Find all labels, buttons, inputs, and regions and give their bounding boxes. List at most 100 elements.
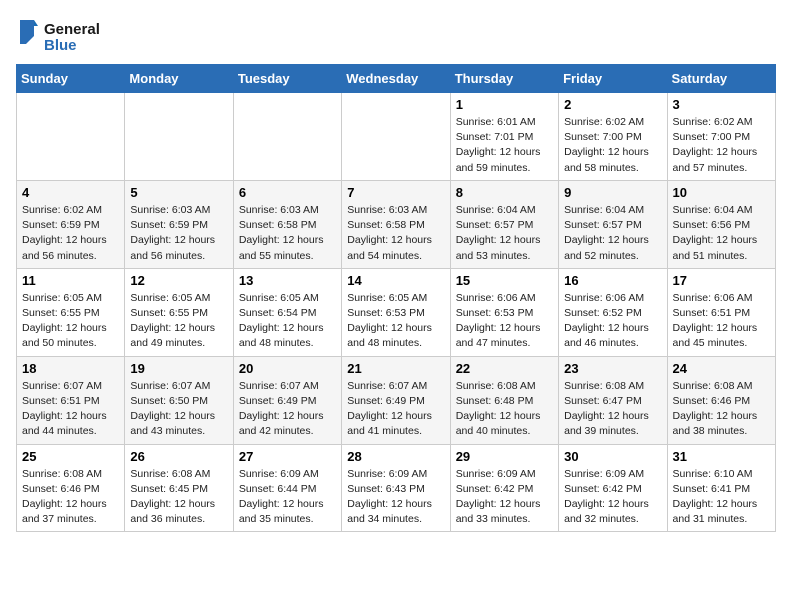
svg-text:Blue: Blue — [44, 37, 77, 54]
day-cell — [17, 93, 125, 181]
day-cell: 12 Sunrise: 6:05 AMSunset: 6:55 PMDayligh… — [125, 268, 233, 356]
day-number: 8 — [456, 185, 553, 200]
day-number: 31 — [673, 449, 770, 464]
day-info: Sunrise: 6:09 AMSunset: 6:43 PMDaylight:… — [347, 467, 444, 528]
day-number: 28 — [347, 449, 444, 464]
day-number: 14 — [347, 273, 444, 288]
day-number: 15 — [456, 273, 553, 288]
weekday-header-thursday: Thursday — [450, 65, 558, 93]
day-number: 18 — [22, 361, 119, 376]
day-info: Sunrise: 6:07 AMSunset: 6:49 PMDaylight:… — [347, 379, 444, 440]
day-info: Sunrise: 6:01 AMSunset: 7:01 PMDaylight:… — [456, 115, 553, 176]
week-row-3: 11 Sunrise: 6:05 AMSunset: 6:55 PMDayligh… — [17, 268, 776, 356]
day-info: Sunrise: 6:06 AMSunset: 6:51 PMDaylight:… — [673, 291, 770, 352]
day-cell — [233, 93, 341, 181]
day-cell: 29 Sunrise: 6:09 AMSunset: 6:42 PMDayligh… — [450, 444, 558, 532]
day-number: 22 — [456, 361, 553, 376]
day-number: 1 — [456, 97, 553, 112]
day-cell: 8 Sunrise: 6:04 AMSunset: 6:57 PMDaylight… — [450, 180, 558, 268]
day-number: 6 — [239, 185, 336, 200]
day-info: Sunrise: 6:05 AMSunset: 6:55 PMDaylight:… — [22, 291, 119, 352]
day-number: 25 — [22, 449, 119, 464]
day-info: Sunrise: 6:09 AMSunset: 6:44 PMDaylight:… — [239, 467, 336, 528]
day-cell: 25 Sunrise: 6:08 AMSunset: 6:46 PMDayligh… — [17, 444, 125, 532]
day-number: 16 — [564, 273, 661, 288]
day-cell: 16 Sunrise: 6:06 AMSunset: 6:52 PMDayligh… — [559, 268, 667, 356]
week-row-4: 18 Sunrise: 6:07 AMSunset: 6:51 PMDayligh… — [17, 356, 776, 444]
day-number: 12 — [130, 273, 227, 288]
weekday-header-saturday: Saturday — [667, 65, 775, 93]
day-cell: 11 Sunrise: 6:05 AMSunset: 6:55 PMDayligh… — [17, 268, 125, 356]
page-header: General Blue — [16, 16, 776, 56]
day-cell: 14Sunrise: 6:05 AMSunset: 6:53 PMDayligh… — [342, 268, 450, 356]
day-info: Sunrise: 6:02 AMSunset: 7:00 PMDaylight:… — [673, 115, 770, 176]
week-row-5: 25 Sunrise: 6:08 AMSunset: 6:46 PMDayligh… — [17, 444, 776, 532]
day-cell: 18 Sunrise: 6:07 AMSunset: 6:51 PMDayligh… — [17, 356, 125, 444]
day-info: Sunrise: 6:06 AMSunset: 6:52 PMDaylight:… — [564, 291, 661, 352]
day-number: 17 — [673, 273, 770, 288]
day-cell: 31 Sunrise: 6:10 AMSunset: 6:41 PMDayligh… — [667, 444, 775, 532]
day-number: 27 — [239, 449, 336, 464]
weekday-header-tuesday: Tuesday — [233, 65, 341, 93]
day-info: Sunrise: 6:05 AMSunset: 6:55 PMDaylight:… — [130, 291, 227, 352]
day-cell: 20 Sunrise: 6:07 AMSunset: 6:49 PMDayligh… — [233, 356, 341, 444]
day-info: Sunrise: 6:08 AMSunset: 6:46 PMDaylight:… — [673, 379, 770, 440]
day-info: Sunrise: 6:03 AMSunset: 6:59 PMDaylight:… — [130, 203, 227, 264]
day-info: Sunrise: 6:03 AMSunset: 6:58 PMDaylight:… — [347, 203, 444, 264]
day-info: Sunrise: 6:10 AMSunset: 6:41 PMDaylight:… — [673, 467, 770, 528]
day-number: 26 — [130, 449, 227, 464]
day-cell: 24 Sunrise: 6:08 AMSunset: 6:46 PMDayligh… — [667, 356, 775, 444]
day-number: 24 — [673, 361, 770, 376]
day-cell: 22 Sunrise: 6:08 AMSunset: 6:48 PMDayligh… — [450, 356, 558, 444]
day-info: Sunrise: 6:02 AMSunset: 6:59 PMDaylight:… — [22, 203, 119, 264]
day-number: 30 — [564, 449, 661, 464]
day-info: Sunrise: 6:04 AMSunset: 6:57 PMDaylight:… — [456, 203, 553, 264]
day-info: Sunrise: 6:07 AMSunset: 6:49 PMDaylight:… — [239, 379, 336, 440]
day-info: Sunrise: 6:08 AMSunset: 6:48 PMDaylight:… — [456, 379, 553, 440]
calendar-table: SundayMondayTuesdayWednesdayThursdayFrid… — [16, 64, 776, 532]
day-info: Sunrise: 6:07 AMSunset: 6:50 PMDaylight:… — [130, 379, 227, 440]
day-number: 23 — [564, 361, 661, 376]
day-info: Sunrise: 6:07 AMSunset: 6:51 PMDaylight:… — [22, 379, 119, 440]
day-info: Sunrise: 6:09 AMSunset: 6:42 PMDaylight:… — [564, 467, 661, 528]
day-info: Sunrise: 6:04 AMSunset: 6:56 PMDaylight:… — [673, 203, 770, 264]
weekday-header-row: SundayMondayTuesdayWednesdayThursdayFrid… — [17, 65, 776, 93]
day-number: 5 — [130, 185, 227, 200]
day-cell: 9Sunrise: 6:04 AMSunset: 6:57 PMDaylight… — [559, 180, 667, 268]
day-info: Sunrise: 6:03 AMSunset: 6:58 PMDaylight:… — [239, 203, 336, 264]
day-cell: 26 Sunrise: 6:08 AMSunset: 6:45 PMDayligh… — [125, 444, 233, 532]
weekday-header-friday: Friday — [559, 65, 667, 93]
day-number: 20 — [239, 361, 336, 376]
day-cell: 2Sunrise: 6:02 AMSunset: 7:00 PMDaylight… — [559, 93, 667, 181]
day-cell: 30 Sunrise: 6:09 AMSunset: 6:42 PMDayligh… — [559, 444, 667, 532]
day-number: 11 — [22, 273, 119, 288]
weekday-header-sunday: Sunday — [17, 65, 125, 93]
day-number: 29 — [456, 449, 553, 464]
day-cell: 5 Sunrise: 6:03 AMSunset: 6:59 PMDaylight… — [125, 180, 233, 268]
day-cell: 17 Sunrise: 6:06 AMSunset: 6:51 PMDayligh… — [667, 268, 775, 356]
weekday-header-wednesday: Wednesday — [342, 65, 450, 93]
day-info: Sunrise: 6:05 AMSunset: 6:54 PMDaylight:… — [239, 291, 336, 352]
day-number: 13 — [239, 273, 336, 288]
day-cell: 23Sunrise: 6:08 AMSunset: 6:47 PMDayligh… — [559, 356, 667, 444]
day-cell: 15Sunrise: 6:06 AMSunset: 6:53 PMDayligh… — [450, 268, 558, 356]
svg-text:General: General — [44, 21, 100, 38]
week-row-1: 1 Sunrise: 6:01 AMSunset: 7:01 PMDaylight… — [17, 93, 776, 181]
day-cell — [125, 93, 233, 181]
day-number: 21 — [347, 361, 444, 376]
day-number: 4 — [22, 185, 119, 200]
day-cell: 7 Sunrise: 6:03 AMSunset: 6:58 PMDaylight… — [342, 180, 450, 268]
day-number: 19 — [130, 361, 227, 376]
day-info: Sunrise: 6:08 AMSunset: 6:46 PMDaylight:… — [22, 467, 119, 528]
day-info: Sunrise: 6:08 AMSunset: 6:45 PMDaylight:… — [130, 467, 227, 528]
day-cell: 4 Sunrise: 6:02 AMSunset: 6:59 PMDaylight… — [17, 180, 125, 268]
day-cell: 13 Sunrise: 6:05 AMSunset: 6:54 PMDayligh… — [233, 268, 341, 356]
day-number: 7 — [347, 185, 444, 200]
day-cell: 10 Sunrise: 6:04 AMSunset: 6:56 PMDayligh… — [667, 180, 775, 268]
day-number: 9 — [564, 185, 661, 200]
day-cell: 28 Sunrise: 6:09 AMSunset: 6:43 PMDayligh… — [342, 444, 450, 532]
day-cell: 1 Sunrise: 6:01 AMSunset: 7:01 PMDaylight… — [450, 93, 558, 181]
day-info: Sunrise: 6:09 AMSunset: 6:42 PMDaylight:… — [456, 467, 553, 528]
day-number: 10 — [673, 185, 770, 200]
weekday-header-monday: Monday — [125, 65, 233, 93]
